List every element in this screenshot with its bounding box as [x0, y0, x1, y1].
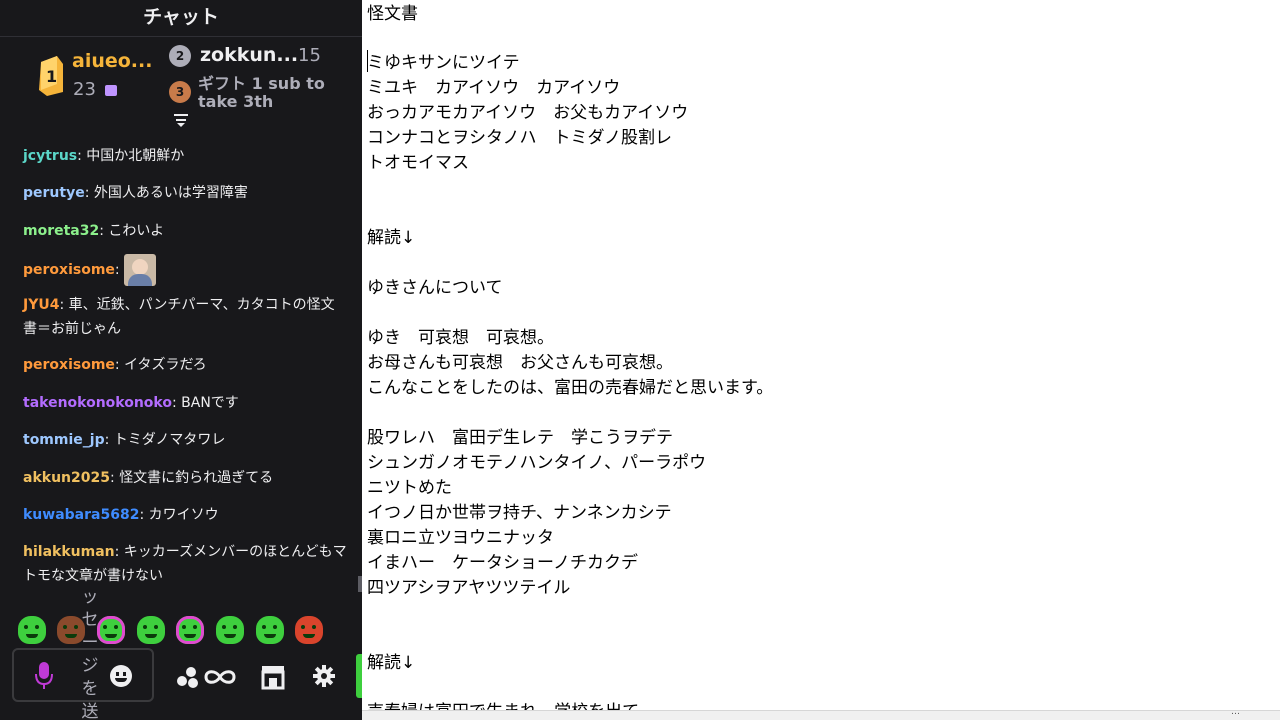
doc-line: ミユキ カアイソウ カアイソウ	[367, 78, 621, 98]
doc-line: 裏ロニ立ツヨウニナッタ	[367, 528, 554, 548]
chat-username[interactable]: hilakkuman	[23, 544, 115, 560]
rank-3-badge: 3	[169, 81, 191, 103]
svg-text:1: 1	[46, 67, 57, 86]
chat-message: peroxisome:	[23, 254, 348, 286]
doc-line: ゆき 可哀想 可哀想。	[367, 328, 554, 348]
doc-line: 解読↓	[367, 228, 416, 248]
frog-emote[interactable]	[256, 616, 284, 644]
chat-username[interactable]: jcytrus	[23, 148, 77, 164]
chat-text: イタズラだろ	[124, 357, 207, 373]
mushroom-emote[interactable]	[295, 616, 323, 644]
emoji-picker-icon[interactable]	[110, 665, 132, 687]
leaderboard-second-name: zokkun...	[200, 44, 299, 66]
chat-message: jcytrus: 中国か北朝鮮か	[23, 148, 185, 164]
chat-username[interactable]: JYU4	[23, 297, 59, 313]
doc-line: シュンガノオモテノハンタイノ、パーラポウ	[367, 453, 707, 473]
text-document[interactable]: 怪文書 ミゆキサンにツイテ ミユキ カアイソウ カアイソウ おっカアモカアイソウ…	[362, 0, 1280, 710]
status-text: …	[1231, 707, 1240, 717]
doc-line: ゆきさんについて	[367, 278, 503, 298]
doc-line: トオモイマス	[367, 153, 469, 173]
chat-message: kuwabara5682: カワイソウ	[23, 507, 219, 523]
chat-message: hilakkuman: キッカーズメンバーのほとんどもマトモな文章が書けない	[23, 544, 347, 584]
chat-username[interactable]: kuwabara5682	[23, 507, 139, 523]
doc-line: 怪文書	[367, 4, 418, 24]
status-bar: …	[362, 707, 1280, 720]
chat-panel: チャット 1 aiueo... 23 2 zokkun... 15 3 ギフト …	[0, 0, 362, 720]
chat-text: 中国か北朝鮮か	[86, 148, 185, 164]
bits-gem-icon	[105, 85, 117, 96]
chat-message: akkun2025: 怪文書に釣られ過ぎてる	[23, 470, 274, 486]
doc-line: 売春婦は富田で生まれ、学校を出て	[367, 700, 639, 710]
chat-username[interactable]: tommie_jp	[23, 432, 105, 448]
frog-emote[interactable]	[18, 616, 46, 644]
leaderboard-first-count: 23	[73, 79, 96, 100]
chat-message: perutye: 外国人あるいは学習障害	[23, 185, 248, 201]
doc-line: 解読↓	[367, 653, 416, 673]
leaderboard-first-name: aiueo...	[72, 50, 153, 72]
emote-suggestions	[14, 612, 344, 646]
chat-message: moreta32: こわいよ	[23, 223, 165, 239]
chat-text: 外国人あるいは学習障害	[93, 185, 248, 201]
chat-username[interactable]: takenokonokonoko	[23, 395, 172, 411]
collapse-leaderboard-icon[interactable]	[172, 111, 190, 129]
chat-username[interactable]: moreta32	[23, 223, 99, 239]
chat-text: こわいよ	[108, 223, 165, 239]
chat-username[interactable]: peroxisome	[23, 262, 115, 278]
store-icon[interactable]	[260, 664, 286, 690]
microphone-icon[interactable]	[34, 662, 54, 690]
chat-message: takenokonokonoko: BANです	[23, 395, 239, 411]
photo-emote[interactable]	[124, 254, 157, 286]
chat-text: カワイソウ	[148, 507, 219, 523]
bits-leaderboard[interactable]: 1 aiueo... 23 2 zokkun... 15 3 ギフト 1 sub…	[0, 36, 362, 130]
channel-points-icon[interactable]	[176, 665, 236, 689]
crown-icon: 1	[39, 56, 63, 96]
frog-headphones-emote[interactable]	[97, 616, 125, 644]
leaderboard-gift-text: ギフト 1 sub to take 3th	[198, 74, 325, 111]
chat-title: チャット	[143, 6, 219, 28]
chat-message: peroxisome: イタズラだろ	[23, 357, 207, 373]
doc-line: イつノ日か世帯ヲ持チ、ナンネンカシテ	[367, 503, 672, 523]
chat-username[interactable]: peroxisome	[23, 357, 115, 373]
doc-line: お母さんも可哀想 お父さんも可哀想。	[367, 353, 673, 373]
frog-emote[interactable]	[137, 616, 165, 644]
doc-line: おっカアモカアイソウ お父もカアイソウ	[367, 103, 689, 123]
frog-headphones-emote[interactable]	[176, 616, 204, 644]
leaderboard-second-count: 15	[298, 45, 321, 66]
chat-text: 怪文書に釣られ過ぎてる	[119, 470, 274, 486]
doc-line: ニツトめた	[367, 478, 452, 498]
doc-line: イまハー ケータショーノチカクデ	[367, 553, 638, 573]
chat-text: BANです	[181, 395, 239, 411]
chat-text: 車、近鉄、パンチパーマ、カタコトの怪文書＝お前じゃん	[23, 297, 335, 337]
chat-message: tommie_jp: トミダノマタワレ	[23, 432, 226, 448]
chat-message: JYU4: 車、近鉄、パンチパーマ、カタコトの怪文書＝お前じゃん	[23, 297, 335, 337]
gear-icon[interactable]	[313, 665, 335, 687]
frog-emote[interactable]	[216, 616, 244, 644]
chat-text: トミダノマタワレ	[113, 432, 226, 448]
doc-line: ミゆキサンにツイテ	[367, 53, 520, 73]
chat-username[interactable]: akkun2025	[23, 470, 110, 486]
doc-line: こんなことをしたのは、富田の売春婦だと思います。	[367, 378, 774, 398]
doc-line: 四ツアシヲアヤツツテイル	[367, 578, 571, 598]
rank-2-badge: 2	[169, 45, 191, 67]
chat-username[interactable]: perutye	[23, 185, 85, 201]
doc-line: 股ワレハ 富田デ生レテ 学こうヲデテ	[367, 428, 673, 448]
doc-line: コンナコとヲシタノハ トミダノ股割レ	[367, 128, 672, 148]
